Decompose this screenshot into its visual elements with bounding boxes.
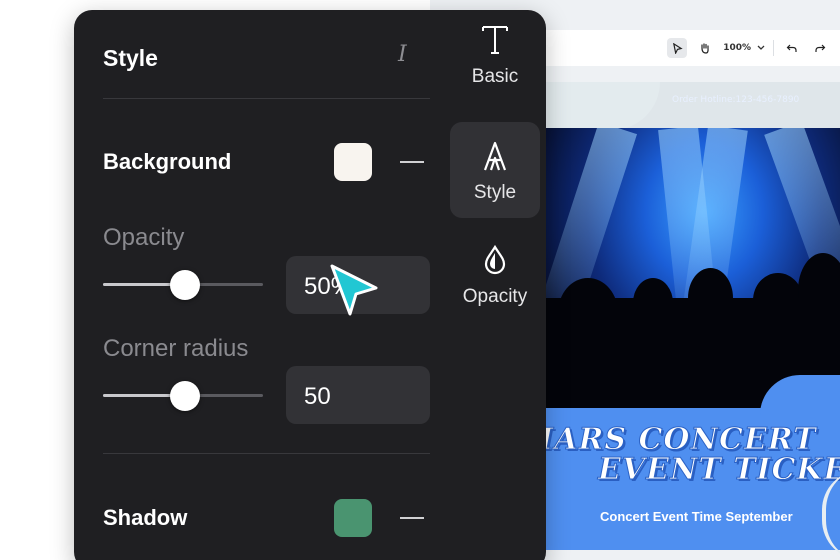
hand-icon[interactable]: [695, 38, 715, 58]
rail-item-style[interactable]: Style: [450, 122, 540, 218]
background-color-swatch[interactable]: [334, 143, 372, 181]
concert-photo[interactable]: [538, 128, 840, 408]
divider: [103, 453, 430, 454]
remove-shadow-button[interactable]: [400, 517, 424, 519]
shadow-label: Shadow: [103, 505, 188, 530]
poster-title-line2: EVENT TICKET: [598, 452, 840, 485]
corner-radius-label: Corner radius: [103, 335, 249, 362]
style-icon: [480, 136, 510, 176]
poster-title[interactable]: MARS CONCERT EVENT TICKET: [520, 425, 840, 485]
divider: [103, 98, 430, 99]
opacity-slider-thumb[interactable]: [170, 270, 200, 300]
rail-label-opacity: Opacity: [462, 286, 528, 307]
drop-icon: [482, 240, 508, 280]
poster-subtitle[interactable]: Concert Event Time September: [600, 509, 793, 524]
toolbar-divider: [773, 40, 774, 56]
italic-icon[interactable]: I: [398, 42, 407, 67]
zoom-select[interactable]: 100%: [723, 43, 765, 53]
corner-radius-input[interactable]: 50: [286, 366, 430, 424]
panel-title: Style: [103, 45, 158, 71]
corner-radius-slider-thumb[interactable]: [170, 381, 200, 411]
redo-icon[interactable]: [810, 38, 830, 58]
remove-background-button[interactable]: [400, 161, 424, 163]
chevron-down-icon: [757, 45, 765, 50]
opacity-label: Opacity: [103, 224, 185, 251]
rail-label-style: Style: [473, 182, 517, 203]
zoom-value: 100%: [723, 43, 751, 53]
shadow-color-swatch[interactable]: [334, 499, 372, 537]
rail-item-basic[interactable]: Basic: [450, 20, 540, 116]
pointer-icon[interactable]: [667, 38, 688, 58]
rail-label-basic: Basic: [471, 66, 519, 87]
rail-item-opacity[interactable]: Opacity: [450, 226, 540, 322]
text-icon: [480, 20, 510, 60]
undo-icon[interactable]: [782, 38, 802, 58]
background-label: Background: [103, 149, 232, 174]
poster-hotline[interactable]: Order Hotline:123-456-7890: [672, 95, 799, 105]
cursor-icon: [328, 262, 382, 343]
